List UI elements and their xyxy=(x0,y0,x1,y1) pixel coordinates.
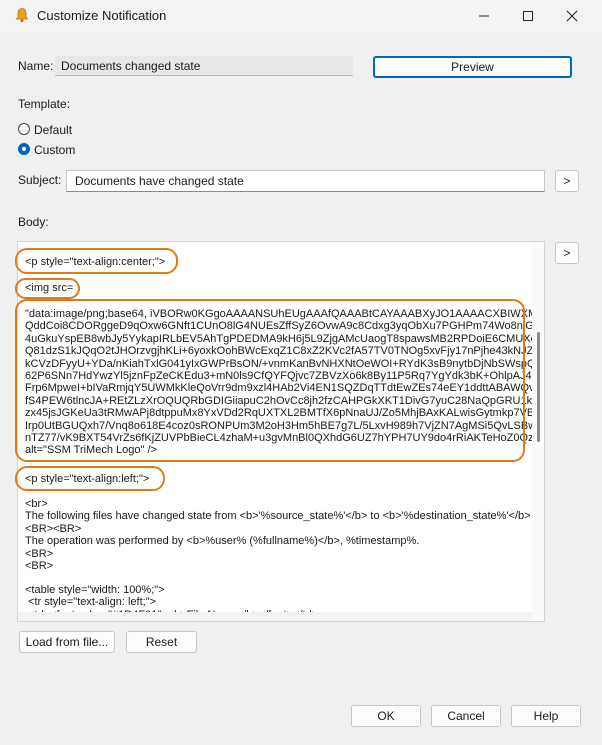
custom-radio[interactable] xyxy=(18,143,30,155)
body-label: Body: xyxy=(18,215,49,229)
reset-button[interactable]: Reset xyxy=(126,631,197,653)
default-radio[interactable] xyxy=(18,123,30,135)
bell-icon xyxy=(14,7,30,23)
subject-input[interactable]: Documents have changed state xyxy=(66,170,545,192)
maximize-button[interactable] xyxy=(506,0,550,32)
window-title: Customize Notification xyxy=(37,8,167,23)
name-field: Documents changed state xyxy=(55,56,353,76)
help-button[interactable]: Help xyxy=(511,705,581,727)
highlight-img-src xyxy=(15,278,80,299)
subject-label: Subject: xyxy=(18,173,62,187)
template-label: Template: xyxy=(18,97,71,111)
default-radio-label[interactable]: Default xyxy=(34,123,72,137)
ok-button[interactable]: OK xyxy=(351,705,421,727)
code-line: <BR><BR> xyxy=(25,522,82,535)
body-expand-button[interactable]: > xyxy=(555,242,579,264)
vertical-scroll-thumb[interactable] xyxy=(537,332,540,442)
code-line: <tr style="text-align: left;"> xyxy=(25,596,157,609)
code-line: The operation was performed by <b>%user%… xyxy=(25,535,420,548)
custom-radio-label[interactable]: Custom xyxy=(34,143,75,157)
code-line: <BR> xyxy=(25,560,54,572)
cancel-button[interactable]: Cancel xyxy=(431,705,501,727)
code-line: <br> xyxy=(25,498,48,510)
code-line: <table style="width: 100%;"> xyxy=(25,584,165,596)
highlight-left-paragraph xyxy=(15,466,165,491)
load-from-file-button[interactable]: Load from file... xyxy=(19,631,115,653)
minimize-icon xyxy=(479,15,489,17)
horizontal-scrollbar[interactable] xyxy=(18,612,532,621)
name-label: Name: xyxy=(18,59,54,73)
minimize-button[interactable] xyxy=(462,0,506,32)
highlight-base64-image xyxy=(15,299,525,462)
highlight-center-paragraph xyxy=(15,248,178,274)
preview-button[interactable]: Preview xyxy=(373,56,572,78)
code-line: <BR> xyxy=(25,547,54,560)
maximize-icon xyxy=(523,11,533,21)
code-line: The following files have changed state f… xyxy=(25,510,531,523)
close-icon xyxy=(566,10,578,22)
subject-expand-button[interactable]: > xyxy=(555,170,579,192)
close-button[interactable] xyxy=(550,0,594,32)
